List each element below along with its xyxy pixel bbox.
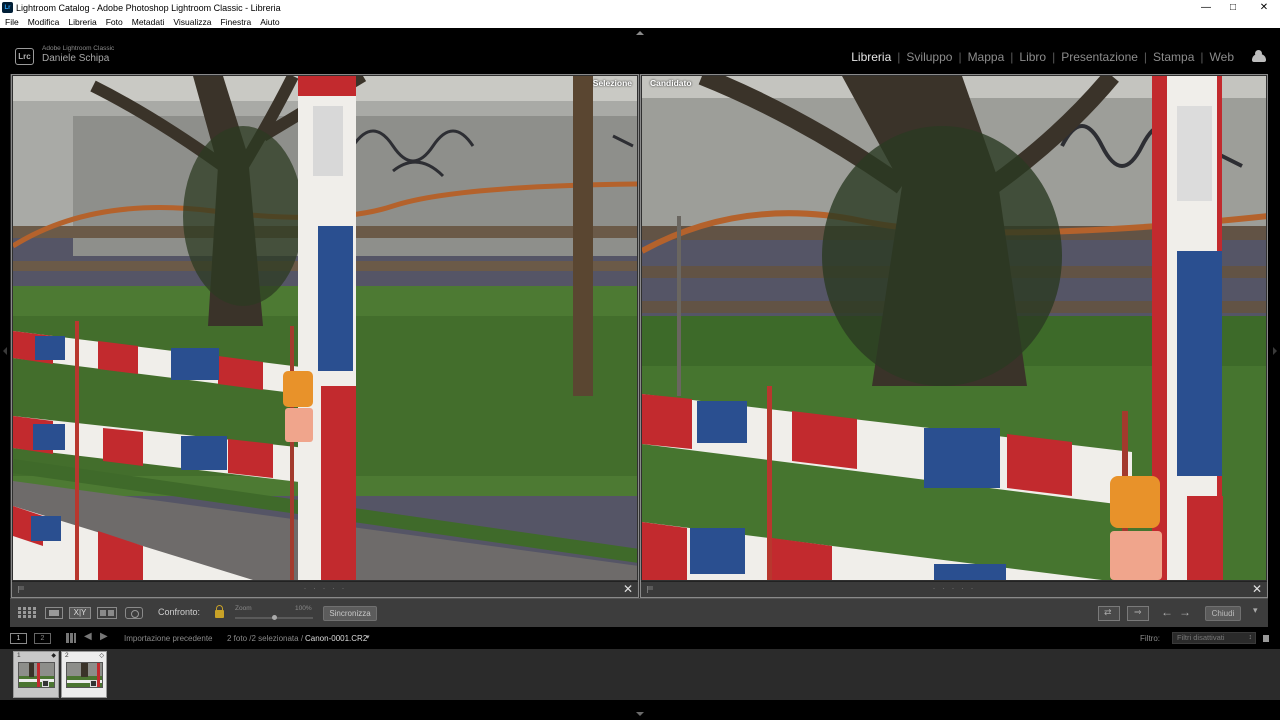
edit-badge-icon	[90, 680, 97, 687]
lock-icon[interactable]	[215, 605, 224, 618]
module-libro[interactable]: Libro	[1013, 50, 1052, 64]
candidate-label: Candidato	[650, 78, 692, 88]
forward-arrow-icon[interactable]: ▶	[100, 631, 108, 642]
collapse-right-panel-icon[interactable]	[1273, 347, 1277, 355]
filename[interactable]: Canon-0001.CR2	[305, 634, 367, 643]
menu-modifica[interactable]: Modifica	[23, 17, 64, 27]
back-arrow-icon[interactable]: ◀	[84, 631, 92, 642]
menu-finestra[interactable]: Finestra	[215, 17, 255, 27]
collapse-top-panel-icon[interactable]	[636, 31, 644, 35]
thumbnail-image	[66, 662, 103, 688]
minimize-button[interactable]: —	[1192, 0, 1220, 15]
bottom-panel-bar	[0, 700, 1280, 720]
grid-view-icon[interactable]	[18, 607, 36, 619]
filter-select[interactable]: Filtri disattivati	[1172, 632, 1256, 644]
thumb-marker-icon: ◇	[99, 653, 104, 659]
module-presentazione[interactable]: Presentazione	[1055, 50, 1144, 64]
previous-photo-icon[interactable]: ←	[1161, 605, 1173, 619]
menu-foto[interactable]: Foto	[101, 17, 127, 27]
menu-bar: File Modifica Libreria Foto Metadati Vis…	[0, 15, 1280, 28]
compare-view-button[interactable]: X|Y	[69, 607, 91, 619]
menu-metadati[interactable]: Metadati	[127, 17, 169, 27]
filmstrip: 1 ◆ 2 ◇	[0, 649, 1280, 700]
window-title: Lightroom Catalog - Adobe Photoshop Ligh…	[16, 2, 281, 13]
filename-dropdown-icon[interactable]: ▾	[366, 633, 370, 641]
maximize-button[interactable]: □	[1219, 0, 1247, 15]
secondary-monitor-button[interactable]: 2	[34, 633, 51, 644]
select-photo-toolbar: · · · · · ✕	[12, 581, 638, 597]
close-window-button[interactable]: ✕	[1250, 0, 1278, 15]
select-label: Selezione	[592, 78, 632, 88]
candidate-photo-panel[interactable]: Candidato · · · · · ✕	[640, 74, 1268, 598]
menu-aiuto[interactable]: Aiuto	[255, 17, 283, 27]
module-mappa[interactable]: Mappa	[962, 50, 1011, 64]
select-photo	[13, 76, 637, 580]
module-libreria[interactable]: Libreria	[845, 50, 897, 64]
zoom-value: 100%	[295, 605, 312, 612]
lrc-logo: Lrc	[15, 48, 34, 65]
edit-badge-icon	[42, 680, 49, 687]
zoom-label: Zoom	[235, 605, 252, 612]
module-sviluppo[interactable]: Sviluppo	[900, 50, 958, 64]
menu-visualizza[interactable]: Visualizza	[168, 17, 215, 27]
module-web[interactable]: Web	[1204, 50, 1240, 64]
swap-icon[interactable]	[1098, 606, 1120, 621]
thumb-index: 2	[65, 652, 69, 659]
library-toolbar: X|Y Confronto: Zoom 100% Sincronizza ← →…	[10, 598, 1268, 627]
identity-user-name: Daniele Schipa	[42, 53, 110, 64]
close-select-icon[interactable]: ✕	[623, 582, 633, 597]
source-label[interactable]: Importazione precedente	[124, 634, 213, 643]
star-rating[interactable]: · · · · ·	[933, 583, 976, 593]
close-compare-button[interactable]: Chiudi	[1205, 606, 1241, 621]
loupe-view-icon[interactable]	[45, 607, 63, 619]
lightroom-app-icon: Lr	[2, 2, 13, 13]
zoom-slider[interactable]	[235, 615, 313, 620]
survey-view-icon[interactable]	[97, 607, 117, 619]
thumb-index: 1	[17, 652, 21, 659]
candidate-photo-toolbar: · · · · · ✕	[641, 581, 1267, 597]
zoom-slider-knob[interactable]	[271, 615, 277, 620]
product-name: Adobe Lightroom Classic	[42, 45, 115, 52]
filter-label: Filtro:	[1140, 634, 1160, 643]
window-titlebar: Lr Lightroom Catalog - Adobe Photoshop L…	[0, 0, 1280, 15]
module-stampa[interactable]: Stampa	[1147, 50, 1200, 64]
menu-file[interactable]: File	[0, 17, 23, 27]
primary-monitor-button[interactable]: 1	[10, 633, 27, 644]
toolbar-menu-icon[interactable]: ▾	[1253, 605, 1258, 616]
make-select-icon[interactable]	[1127, 606, 1149, 621]
candidate-photo	[642, 76, 1266, 580]
sync-button[interactable]: Sincronizza	[323, 606, 377, 621]
thumb-marker-icon: ◆	[51, 653, 56, 659]
select-photo-panel[interactable]: Selezione · · · · · ✕	[11, 74, 639, 598]
thumbnail-image	[18, 662, 55, 688]
filmstrip-thumb-1[interactable]: 1 ◆	[13, 651, 59, 698]
flag-icon[interactable]	[647, 586, 653, 593]
grid-icon[interactable]	[66, 633, 76, 643]
menu-libreria[interactable]: Libreria	[63, 17, 100, 27]
next-photo-icon[interactable]: →	[1179, 605, 1191, 619]
people-view-icon[interactable]	[125, 607, 143, 619]
flag-icon[interactable]	[18, 586, 24, 593]
photo-count: 2 foto /2 selezionata /	[227, 634, 304, 643]
collapse-bottom-panel-icon[interactable]	[636, 712, 644, 716]
close-candidate-icon[interactable]: ✕	[1252, 582, 1262, 597]
filter-lock-icon[interactable]	[1263, 635, 1269, 642]
filmstrip-header: 1 2 ◀ ▶ Importazione precedente 2 foto /…	[0, 629, 1280, 649]
compare-view: Selezione · · · · · ✕ Candidato · · · · …	[10, 74, 1268, 598]
module-picker: Libreria | Sviluppo | Mappa | Libro | Presen…	[845, 50, 1240, 64]
cloud-sync-icon[interactable]	[1252, 50, 1266, 62]
filmstrip-thumb-2[interactable]: 2 ◇	[61, 651, 107, 698]
star-rating[interactable]: · · · · ·	[304, 583, 347, 593]
compare-label: Confronto:	[158, 607, 201, 617]
collapse-left-panel-icon[interactable]	[3, 347, 7, 355]
